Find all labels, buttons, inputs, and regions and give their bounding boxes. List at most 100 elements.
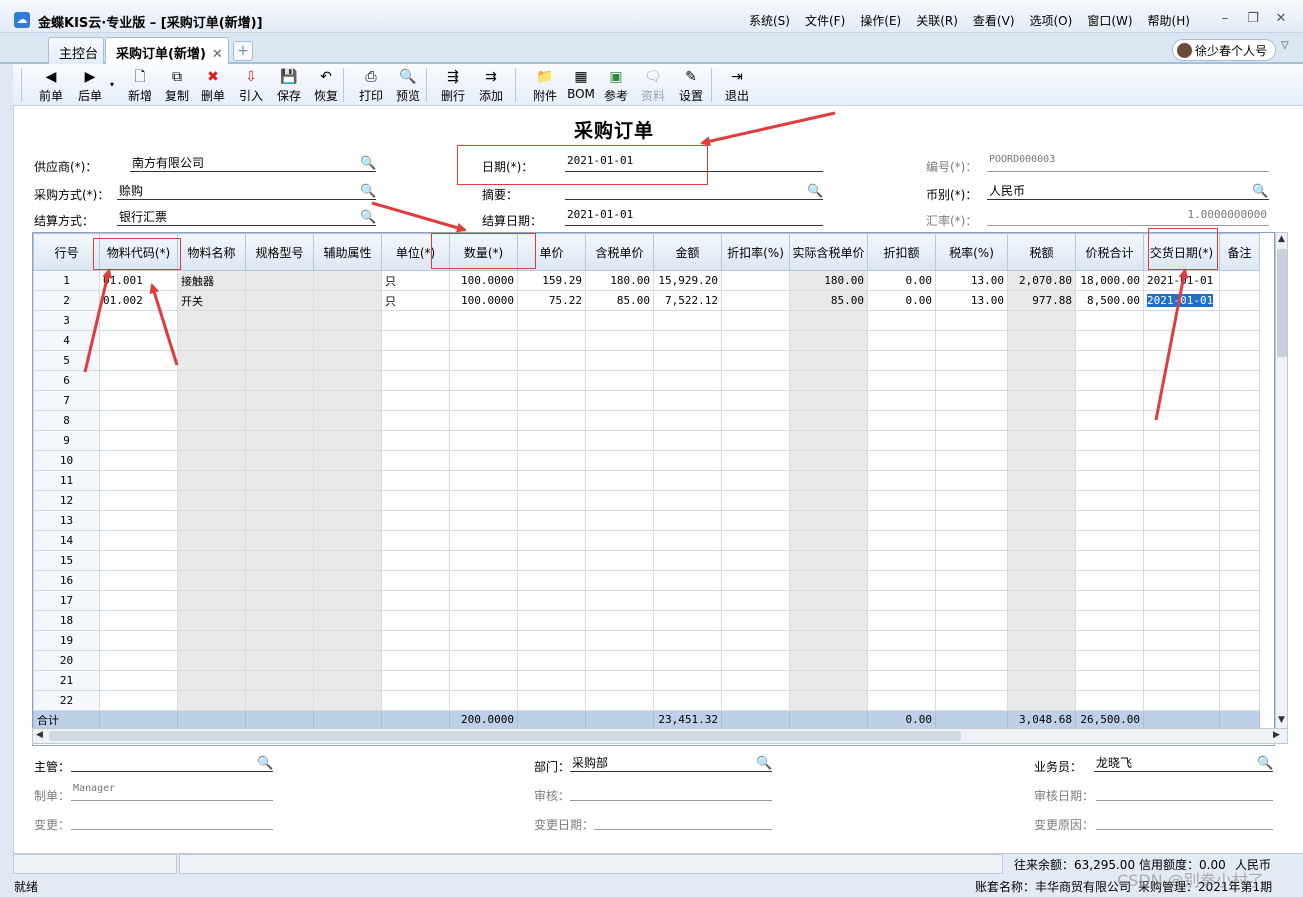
grid-cell[interactable] (449, 610, 518, 631)
grid-cell[interactable] (245, 610, 314, 631)
grid-cell[interactable] (1143, 330, 1220, 351)
grid-cell[interactable] (1143, 530, 1220, 551)
grid-cell[interactable] (653, 550, 722, 571)
menu-operate[interactable]: 操作(E) (860, 12, 901, 29)
grid-cell[interactable] (245, 290, 314, 311)
tab-close-icon[interactable]: ✕ (212, 47, 223, 62)
grid-cell[interactable] (1219, 690, 1260, 711)
grid-cell[interactable] (721, 290, 790, 311)
grid-cell[interactable] (1075, 630, 1144, 651)
column-header[interactable]: 数量(*) (449, 233, 518, 271)
grid-cell[interactable] (653, 470, 722, 491)
grid-cell[interactable] (517, 310, 586, 331)
grid-cell[interactable] (653, 410, 722, 431)
grid-cell[interactable] (653, 390, 722, 411)
grid-cell[interactable] (381, 310, 450, 331)
grid-cell[interactable] (99, 670, 178, 691)
grid-cell[interactable] (381, 510, 450, 531)
scroll-up-icon[interactable]: ▲ (1278, 234, 1285, 244)
reference-button[interactable]: ▣ 参考 (597, 67, 635, 105)
grid-cell[interactable] (1075, 530, 1144, 551)
grid-cell[interactable] (721, 370, 790, 391)
grid-cell[interactable] (245, 590, 314, 611)
print-button[interactable]: ⎙ 打印 (352, 67, 390, 105)
grid-cell[interactable] (935, 430, 1008, 451)
grid-cell[interactable] (313, 290, 382, 311)
grid-cell[interactable] (1219, 310, 1260, 331)
grid-cell[interactable] (1143, 430, 1220, 451)
grid-cell[interactable] (381, 590, 450, 611)
grid-cell[interactable] (99, 350, 178, 371)
grid-cell[interactable]: 8,500.00 (1075, 290, 1144, 311)
preview-button[interactable]: 🔍 预览 (389, 67, 427, 105)
grid-cell[interactable] (867, 550, 936, 571)
grid-cell[interactable]: 180.00 (789, 270, 868, 291)
grid-cell[interactable] (789, 370, 868, 391)
grid-cell[interactable] (585, 650, 654, 671)
grid-cell[interactable] (177, 650, 246, 671)
grid-cell[interactable] (99, 530, 178, 551)
grid-cell[interactable] (789, 310, 868, 331)
grid-cell[interactable] (449, 410, 518, 431)
user-badge[interactable]: 徐少春个人号 (1172, 39, 1277, 61)
grid-cell[interactable] (1075, 590, 1144, 611)
grid-cell[interactable] (381, 530, 450, 551)
column-header[interactable]: 交货日期(*) (1143, 233, 1220, 271)
grid-cell[interactable] (653, 310, 722, 331)
grid-cell[interactable] (381, 390, 450, 411)
grid-cell[interactable] (867, 630, 936, 651)
grid-cell[interactable] (313, 570, 382, 591)
grid-cell[interactable] (449, 330, 518, 351)
grid-cell[interactable] (517, 690, 586, 711)
grid-cell[interactable] (935, 490, 1008, 511)
grid-cell[interactable] (449, 390, 518, 411)
grid-cell[interactable] (449, 470, 518, 491)
grid-cell[interactable] (1219, 450, 1260, 471)
grid-cell[interactable] (789, 510, 868, 531)
grid-cell[interactable] (1075, 550, 1144, 571)
grid-cell[interactable] (721, 310, 790, 331)
grid-cell[interactable] (177, 450, 246, 471)
scroll-down-icon[interactable]: ▼ (1278, 715, 1285, 725)
grid-cell[interactable]: 18,000.00 (1075, 270, 1144, 291)
grid-cell[interactable] (1007, 470, 1076, 491)
grid-cell[interactable] (789, 330, 868, 351)
change-reason-field[interactable] (1096, 812, 1273, 830)
grid-cell[interactable] (1143, 370, 1220, 391)
grid-cell[interactable]: 13.00 (935, 290, 1008, 311)
grid-cell[interactable] (653, 370, 722, 391)
change-date-field[interactable] (594, 812, 772, 830)
grid-cell[interactable] (789, 670, 868, 691)
grid-cell[interactable] (653, 450, 722, 471)
vertical-scrollbar[interactable]: ▲ ▼ (1275, 232, 1288, 729)
grid-cell[interactable] (721, 530, 790, 551)
grid-cell[interactable] (935, 650, 1008, 671)
grid-cell[interactable]: 100.0000 (449, 270, 518, 291)
grid-cell[interactable] (99, 390, 178, 411)
grid-cell[interactable] (517, 510, 586, 531)
grid-cell[interactable] (1219, 370, 1260, 391)
grid-cell[interactable] (867, 410, 936, 431)
grid-cell[interactable] (585, 310, 654, 331)
grid-cell[interactable] (721, 650, 790, 671)
grid-cell[interactable] (1143, 390, 1220, 411)
grid-cell[interactable] (517, 390, 586, 411)
grid-cell[interactable] (381, 450, 450, 471)
lookup-icon[interactable]: 🔍 (360, 211, 376, 225)
grid-cell[interactable] (313, 590, 382, 611)
restore-button[interactable]: ↶ 恢复 (307, 67, 345, 105)
summary-field[interactable] (565, 182, 823, 200)
grid-cell[interactable]: 159.29 (517, 270, 586, 291)
grid-cell[interactable] (867, 470, 936, 491)
grid-cell[interactable] (867, 510, 936, 531)
grid-cell[interactable] (99, 610, 178, 631)
grid-cell[interactable] (867, 430, 936, 451)
grid-cell[interactable] (1143, 630, 1220, 651)
grid-cell[interactable] (789, 690, 868, 711)
grid-cell[interactable] (177, 630, 246, 651)
grid-cell[interactable] (935, 470, 1008, 491)
grid-cell[interactable] (381, 610, 450, 631)
grid-cell[interactable] (1219, 550, 1260, 571)
grid-cell[interactable] (1075, 450, 1144, 471)
rate-field[interactable]: 1.0000000000 (987, 208, 1269, 226)
